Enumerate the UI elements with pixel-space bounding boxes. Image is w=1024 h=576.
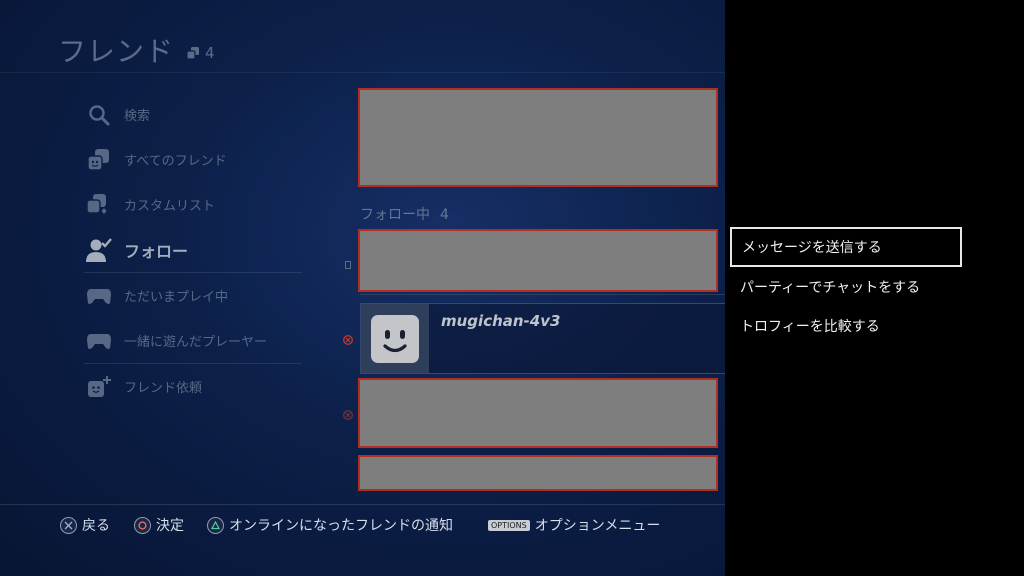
context-menu-panel: メッセージを送信する パーティーでチャットをする トロフィーを比較する — [725, 0, 1024, 576]
sidebar-item-search[interactable]: 検索 — [80, 92, 302, 137]
sidebar-item-label: フレンド依頼 — [124, 381, 203, 396]
options-button-icon: OPTIONS — [488, 519, 530, 531]
sidebar-item-now-playing[interactable]: ただいまプレイ中 — [80, 273, 302, 318]
sidebar-item-friend-requests[interactable]: フレンド依頼 — [80, 364, 302, 409]
hint-back[interactable]: 戻る — [60, 515, 110, 535]
menu-item-label: メッセージを送信する — [742, 240, 882, 256]
redacted-friend-row[interactable] — [358, 378, 718, 448]
row-divider — [360, 294, 725, 295]
redacted-friend-row[interactable] — [358, 229, 718, 292]
gamepad-icon — [84, 281, 114, 311]
sidebar-item-label: 一緒に遊んだプレーヤー — [124, 335, 268, 350]
hint-confirm[interactable]: 決定 — [134, 515, 184, 535]
sidebar-item-label: すべてのフレンド — [124, 154, 227, 169]
following-section-count: 4 — [440, 207, 449, 223]
hint-back-label: 戻る — [82, 518, 110, 534]
search-icon — [84, 100, 114, 130]
sidebar-item-label: ただいまプレイ中 — [124, 290, 229, 305]
follow-user-icon — [84, 235, 114, 265]
sidebar-item-label: フォロー — [124, 241, 189, 261]
menu-item-compare-trophies[interactable]: トロフィーを比較する — [730, 306, 962, 346]
sidebar: 検索 すべてのフレンド カスタムリスト フォロー ただいまプレイ中 一緒に遊んだ… — [80, 92, 302, 409]
hint-options-label: オプションメニュー — [534, 518, 661, 534]
friends-screen: フレンド 4 検索 すべてのフレンド カスタムリスト フォロー ただいまプレイ中… — [0, 0, 725, 576]
status-marker — [345, 261, 351, 269]
cross-button-icon — [60, 516, 77, 534]
sidebar-item-custom-list[interactable]: カスタムリスト — [80, 182, 302, 227]
hint-confirm-label: 決定 — [156, 518, 184, 534]
friend-row-selected[interactable]: mugichan-4v3 — [360, 303, 725, 374]
menu-item-label: トロフィーを比較する — [740, 319, 880, 335]
friends-icon — [186, 47, 199, 60]
friends-face-icon — [84, 145, 114, 175]
button-hints-bar: 戻る 決定 オンラインになったフレンドの通知 OPTIONS オプションメニュー — [0, 504, 725, 576]
custom-list-icon — [84, 190, 114, 220]
avatar — [361, 304, 429, 373]
following-section-label: フォロー中 — [360, 207, 430, 223]
circle-button-icon — [134, 516, 151, 534]
friend-count-value: 4 — [205, 44, 215, 62]
blocked-icon — [343, 410, 353, 420]
menu-item-label: パーティーでチャットをする — [740, 280, 921, 296]
sidebar-item-label: カスタムリスト — [124, 199, 216, 214]
menu-item-party-chat[interactable]: パーティーでチャットをする — [730, 267, 962, 307]
hint-notify[interactable]: オンラインになったフレンドの通知 — [207, 515, 453, 535]
sidebar-item-follow[interactable]: フォロー — [80, 227, 302, 272]
friend-count: 4 — [186, 44, 215, 62]
sidebar-item-played-with[interactable]: 一緒に遊んだプレーヤー — [80, 318, 302, 363]
sidebar-item-label: 検索 — [124, 109, 151, 124]
friend-name: mugichan-4v3 — [441, 312, 561, 330]
smiley-avatar-icon — [371, 314, 419, 363]
friend-request-icon — [84, 372, 114, 402]
triangle-button-icon — [207, 516, 224, 534]
sidebar-item-all-friends[interactable]: すべてのフレンド — [80, 137, 302, 182]
following-section-header: フォロー中 4 — [360, 204, 449, 224]
page-title: フレンド — [58, 35, 175, 68]
redacted-card — [358, 88, 718, 187]
menu-item-send-message[interactable]: メッセージを送信する — [730, 227, 962, 267]
hint-notify-label: オンラインになったフレンドの通知 — [229, 518, 453, 534]
blocked-icon — [343, 335, 353, 345]
header-divider — [0, 72, 725, 73]
gamepad-icon — [84, 326, 114, 356]
hint-options[interactable]: OPTIONS オプションメニュー — [488, 515, 660, 535]
redacted-friend-row[interactable] — [358, 455, 718, 491]
